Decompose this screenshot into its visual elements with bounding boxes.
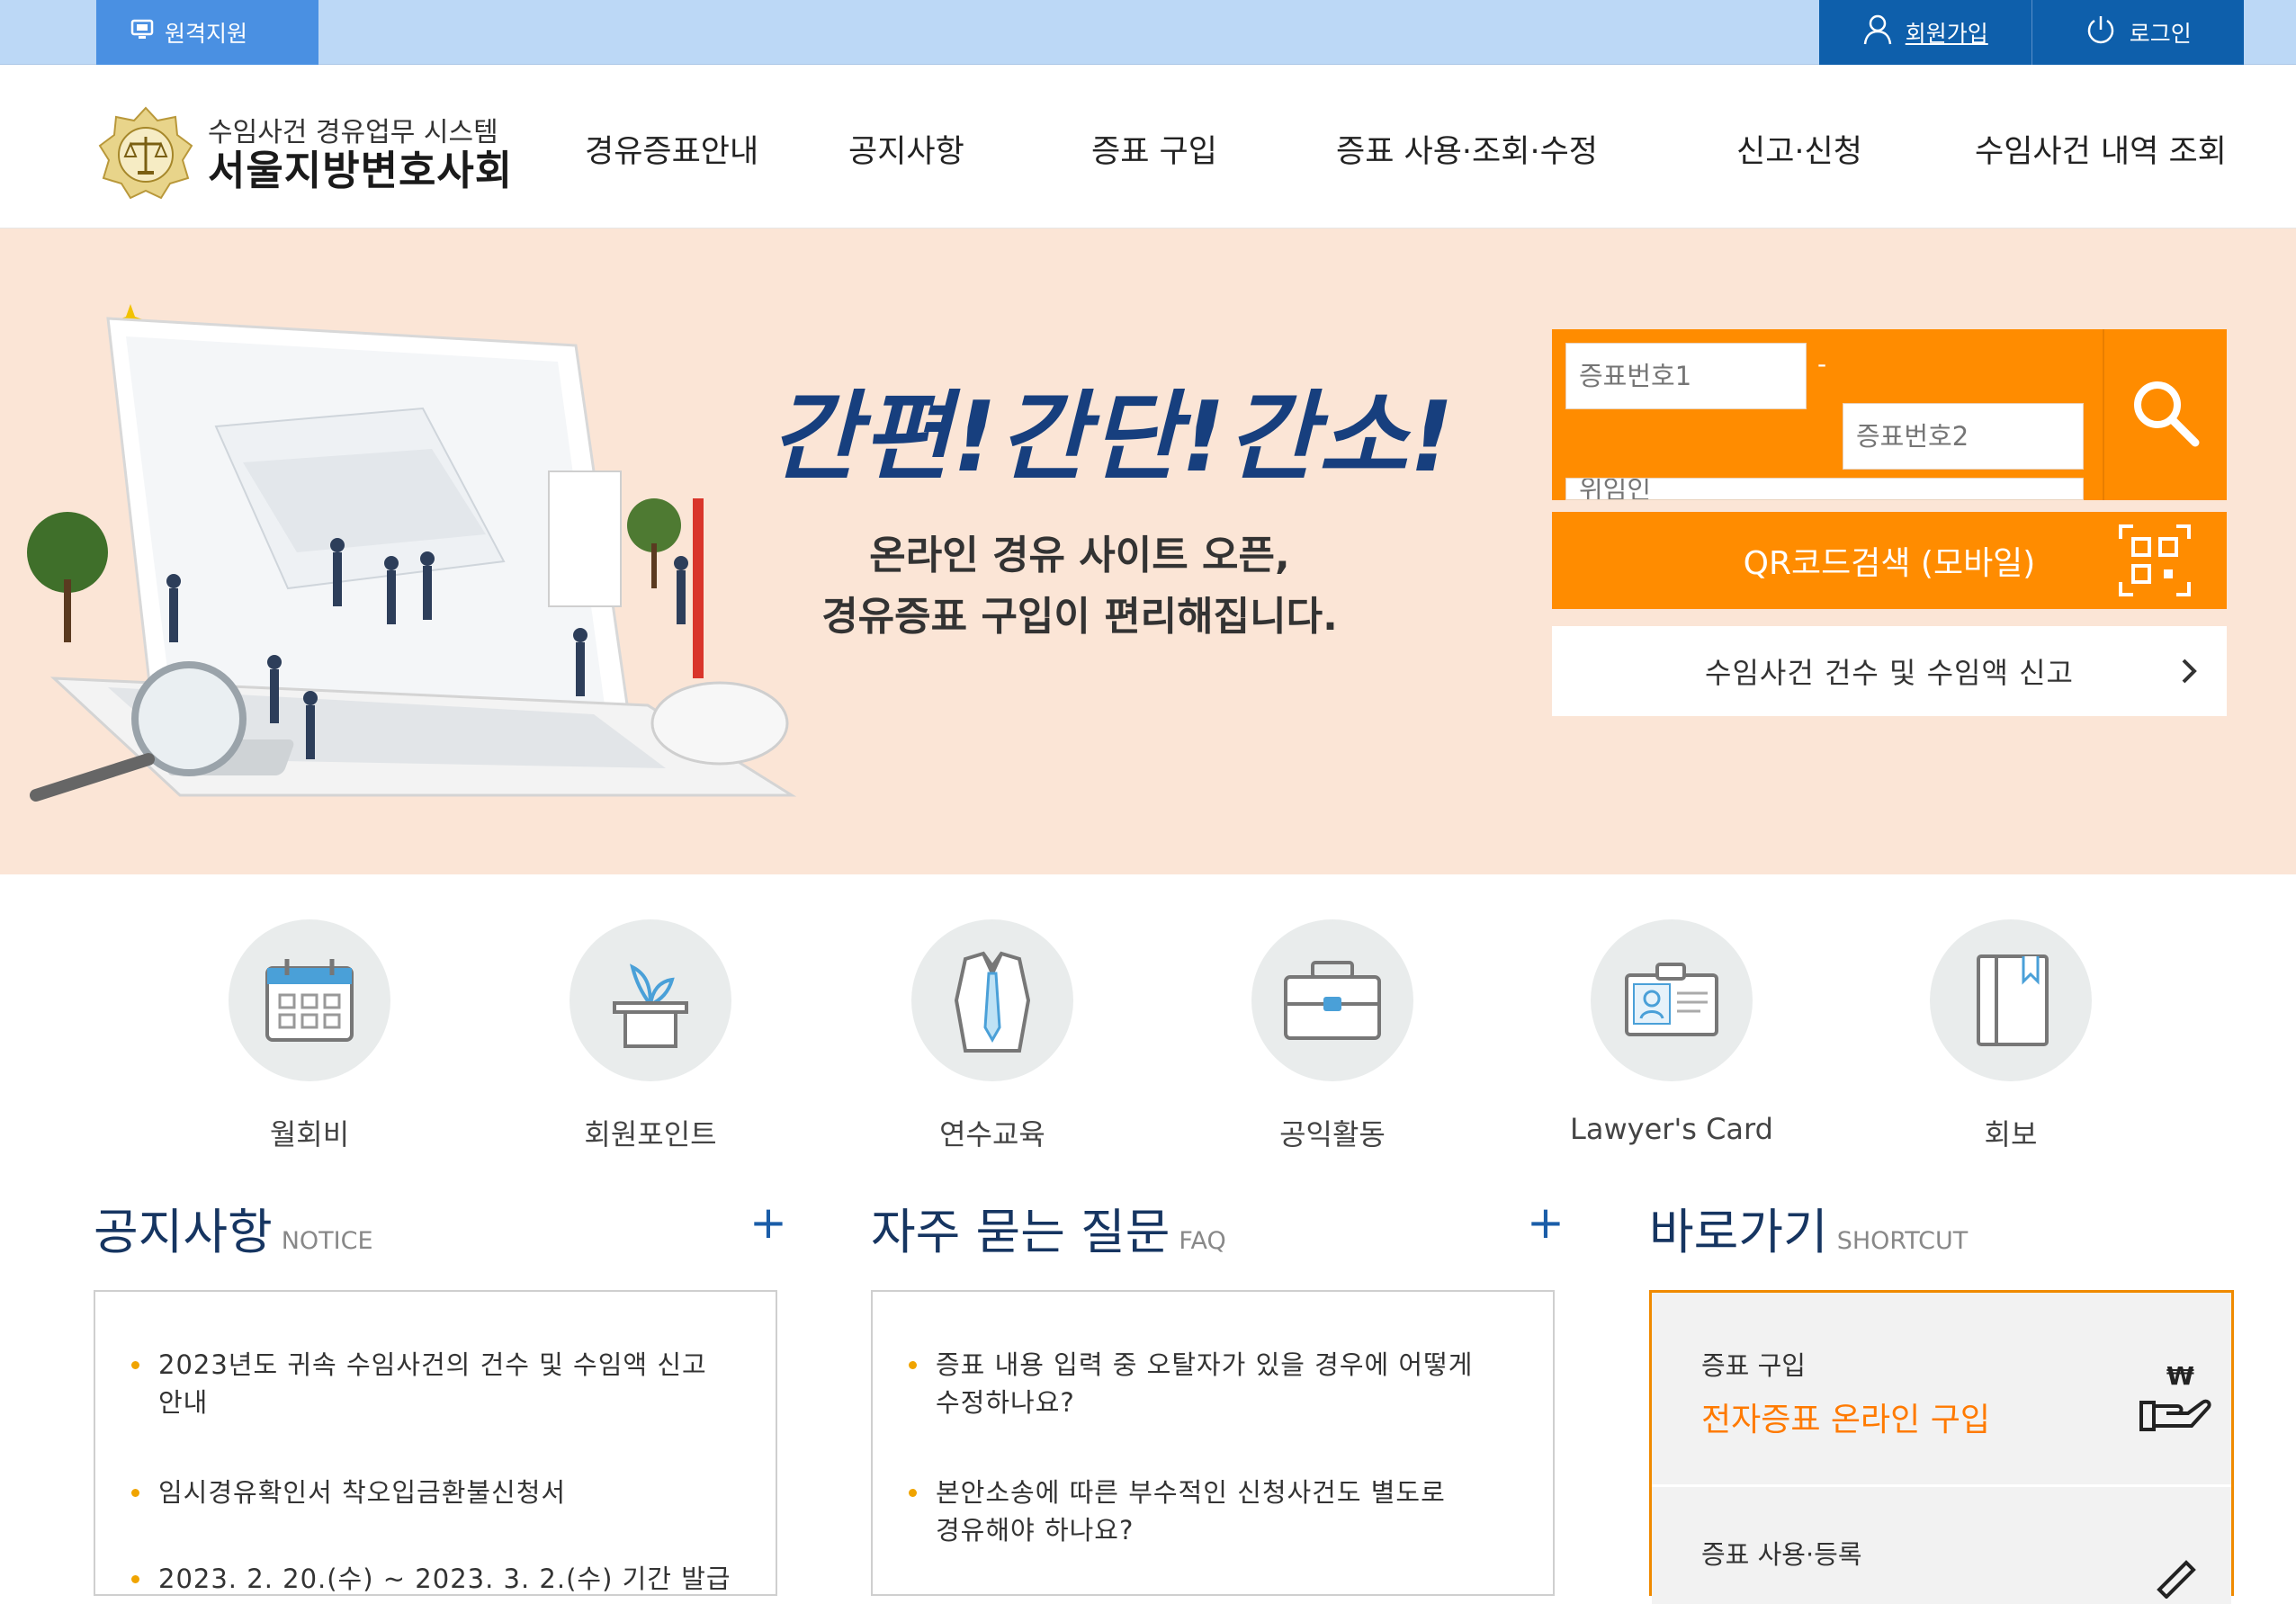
notice-item-line1: 2023년도 귀속 수임사건의 건수 및 수임액 신고 <box>158 1349 707 1380</box>
hero-banner: 간편!간단!간소! 온라인 경유 사이트 오픈, 경유증표 구입이 편리해집니다… <box>0 229 2296 874</box>
faq-item-line2: 수정하나요? <box>936 1387 1075 1418</box>
case-report-button[interactable]: 수임사건 건수 및 수임액 신고 <box>1552 626 2227 716</box>
user-icon <box>1862 13 1893 51</box>
quick-link-monthly-fee[interactable]: 월회비 <box>175 919 444 1153</box>
hero-desc-line1: 온라인 경유 사이트 오픈, <box>869 533 1290 578</box>
notice-section-title: 공지사항 NOTICE <box>94 1192 373 1263</box>
notice-item-line2: 안내 <box>158 1387 209 1418</box>
ticket-search-box: - <box>1552 329 2227 500</box>
chevron-right-icon <box>2180 657 2200 693</box>
book-icon <box>1930 919 2092 1081</box>
quick-link-label: 회보 <box>1984 1117 2038 1151</box>
faq-item[interactable]: 본안소송에 따른 부수적인 신청사건도 별도로 경유해야 하나요? <box>909 1474 1446 1549</box>
shirt-tie-icon <box>911 919 1073 1081</box>
shortcut-use-register[interactable]: 증표 사용·등록 <box>1652 1487 2231 1604</box>
search-button[interactable] <box>2103 329 2227 500</box>
plant-icon <box>570 919 731 1081</box>
faq-panel: 증표 내용 입력 중 오탈자가 있을 경우에 어떻게 수정하나요? 본안소송에 … <box>871 1290 1555 1596</box>
notice-item-line1: 2023. 2. 20.(수) ~ 2023. 3. 2.(수) 기간 발급 <box>158 1564 731 1594</box>
notice-more-button[interactable]: + <box>749 1196 787 1249</box>
qr-search-label: QR코드검색 (모바일) <box>1743 545 2036 582</box>
auth-buttons: 회원가입 로그인 <box>1819 0 2244 65</box>
hero-title: 간편!간단!간소! <box>770 381 1456 494</box>
pen-icon <box>2150 1545 2204 1602</box>
faq-item-line2: 경유해야 하나요? <box>936 1515 1135 1546</box>
top-utility-bar: 원격지원 회원가입 로그인 <box>0 0 2296 65</box>
ticket-number-2-input[interactable] <box>1843 403 2084 470</box>
nav-item-use-lookup[interactable]: 증표 사용·조회·수정 <box>1336 126 1598 172</box>
quick-link-label: 연수교육 <box>939 1117 1045 1151</box>
qr-code-icon <box>2117 523 2193 606</box>
delegator-input[interactable] <box>1565 478 2084 500</box>
svg-text:₩: ₩ <box>2166 1361 2194 1391</box>
ticket-number-separator: - <box>1817 349 1827 379</box>
id-card-icon <box>1591 919 1753 1081</box>
notice-item-line1: 임시경유확인서 착오입금환불신청서 <box>158 1477 567 1508</box>
faq-title: 자주 묻는 질문 <box>871 1204 1170 1260</box>
quick-link-label: 회원포인트 <box>584 1117 717 1151</box>
shortcut-purchase[interactable]: 증표 구입 전자증표 온라인 구입 ₩ <box>1652 1293 2231 1487</box>
join-button[interactable]: 회원가입 <box>1819 0 2031 65</box>
quick-link-training[interactable]: 연수교육 <box>857 919 1127 1153</box>
notice-item[interactable]: 2023. 2. 20.(수) ~ 2023. 3. 2.(수) 기간 발급 <box>131 1560 731 1598</box>
quick-links: 월회비 회원포인트 연수교육 공익활동 Lawyer's Card 회보 <box>0 919 2296 1151</box>
nav-item-purchase[interactable]: 증표 구입 <box>1091 126 1217 172</box>
notice-panel: 2023년도 귀속 수임사건의 건수 및 수임액 신고 안내 임시경유확인서 착… <box>94 1290 777 1596</box>
site-header: 수임사건 경유업무 시스템 서울지방변호사회 경유증표안내 공지사항 증표 구입… <box>0 65 2296 229</box>
nav-item-case-history[interactable]: 수임사건 내역 조회 <box>1975 126 2227 172</box>
quick-link-public-service[interactable]: 공익활동 <box>1197 919 1467 1153</box>
nav-item-notice[interactable]: 공지사항 <box>848 126 964 172</box>
nav-item-report[interactable]: 신고·신청 <box>1736 126 1862 172</box>
remote-support-label: 원격지원 <box>165 21 248 47</box>
faq-more-button[interactable]: + <box>1527 1196 1565 1249</box>
qr-search-button[interactable]: QR코드검색 (모바일) <box>1552 512 2227 609</box>
shortcut-title: 바로가기 <box>1649 1204 1828 1260</box>
faq-item-line1: 증표 내용 입력 중 오탈자가 있을 경우에 어떻게 <box>936 1349 1474 1380</box>
faq-item[interactable]: 증표 내용 입력 중 오탈자가 있을 경우에 어떻게 수정하나요? <box>908 1346 1474 1421</box>
notice-title: 공지사항 <box>94 1204 273 1260</box>
notice-item[interactable]: 2023년도 귀속 수임사건의 건수 및 수임액 신고 안내 <box>131 1346 707 1421</box>
ticket-number-1-input[interactable] <box>1565 343 1807 409</box>
main-nav: 경유증표안내 공지사항 증표 구입 증표 사용·조회·수정 신고·신청 수임사건… <box>0 65 2296 229</box>
power-icon <box>2085 13 2117 51</box>
login-button[interactable]: 로그인 <box>2031 0 2245 65</box>
quick-link-lawyers-card[interactable]: Lawyer's Card <box>1537 919 1807 1146</box>
notice-item[interactable]: 임시경유확인서 착오입금환불신청서 <box>130 1474 567 1511</box>
search-icon <box>2129 376 2202 453</box>
join-label: 회원가입 <box>1905 21 1988 47</box>
quick-link-member-points[interactable]: 회원포인트 <box>516 919 785 1153</box>
shortcut-section-title: 바로가기 SHORTCUT <box>1649 1192 1968 1263</box>
case-report-label: 수임사건 건수 및 수임액 신고 <box>1705 656 2074 690</box>
shortcut-title-en: SHORTCUT <box>1836 1227 1969 1255</box>
hero-desc-line2: 경유증표 구입이 편리해집니다. <box>821 594 1338 640</box>
faq-section-title: 자주 묻는 질문 FAQ <box>871 1192 1226 1263</box>
faq-title-en: FAQ <box>1179 1227 1226 1255</box>
faq-item-line1: 본안소송에 따른 부수적인 신청사건도 별도로 <box>936 1477 1446 1508</box>
briefcase-icon <box>1251 919 1413 1081</box>
monitor-icon <box>130 19 154 46</box>
nav-item-guide[interactable]: 경유증표안내 <box>585 126 758 172</box>
quick-link-label: Lawyer's Card <box>1570 1112 1773 1146</box>
quick-link-label: 월회비 <box>269 1117 350 1151</box>
login-label: 로그인 <box>2129 21 2192 47</box>
hero-description: 온라인 경유 사이트 오픈, 경유증표 구입이 편리해집니다. <box>783 525 1377 648</box>
hand-money-icon: ₩ <box>2136 1358 2211 1437</box>
shortcut-panel: 증표 구입 전자증표 온라인 구입 ₩ 증표 사용·등록 <box>1649 1290 2234 1604</box>
quick-link-label: 공익활동 <box>1279 1117 1386 1151</box>
laptop-illustration <box>27 304 797 802</box>
remote-support-button[interactable]: 원격지원 <box>96 0 318 65</box>
calendar-icon <box>229 919 390 1081</box>
notice-title-en: NOTICE <box>281 1227 373 1255</box>
quick-link-bulletin[interactable]: 회보 <box>1876 919 2146 1153</box>
